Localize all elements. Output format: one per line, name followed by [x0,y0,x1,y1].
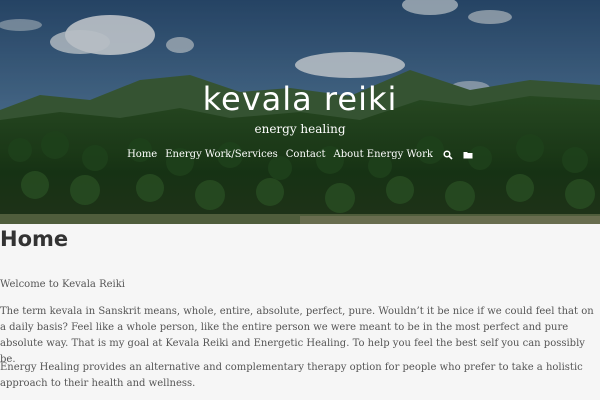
main-nav: Home Energy Work/Services Contact About … [0,149,600,160]
site-tagline: energy healing [254,122,346,136]
folder-icon[interactable] [463,150,473,160]
nav-item-energy-work-services[interactable]: Energy Work/Services [165,149,278,160]
nav-item-about-energy-work[interactable]: About Energy Work [334,149,433,160]
hero-header: kevala reiki energy healing Home Energy … [0,0,600,224]
nav-item-contact[interactable]: Contact [286,149,326,160]
search-icon[interactable] [443,149,453,160]
energy-healing-paragraph: Energy Healing provides an alternative a… [0,362,583,389]
intro-paragraph: Welcome to Kevala Reiki [0,279,125,290]
site-title[interactable]: kevala reiki [0,80,600,118]
nav-item-home[interactable]: Home [127,149,157,160]
kevala-meaning-paragraph: The term kevala in Sanskrit means, whole… [0,306,594,365]
page-title: Home [0,227,69,251]
